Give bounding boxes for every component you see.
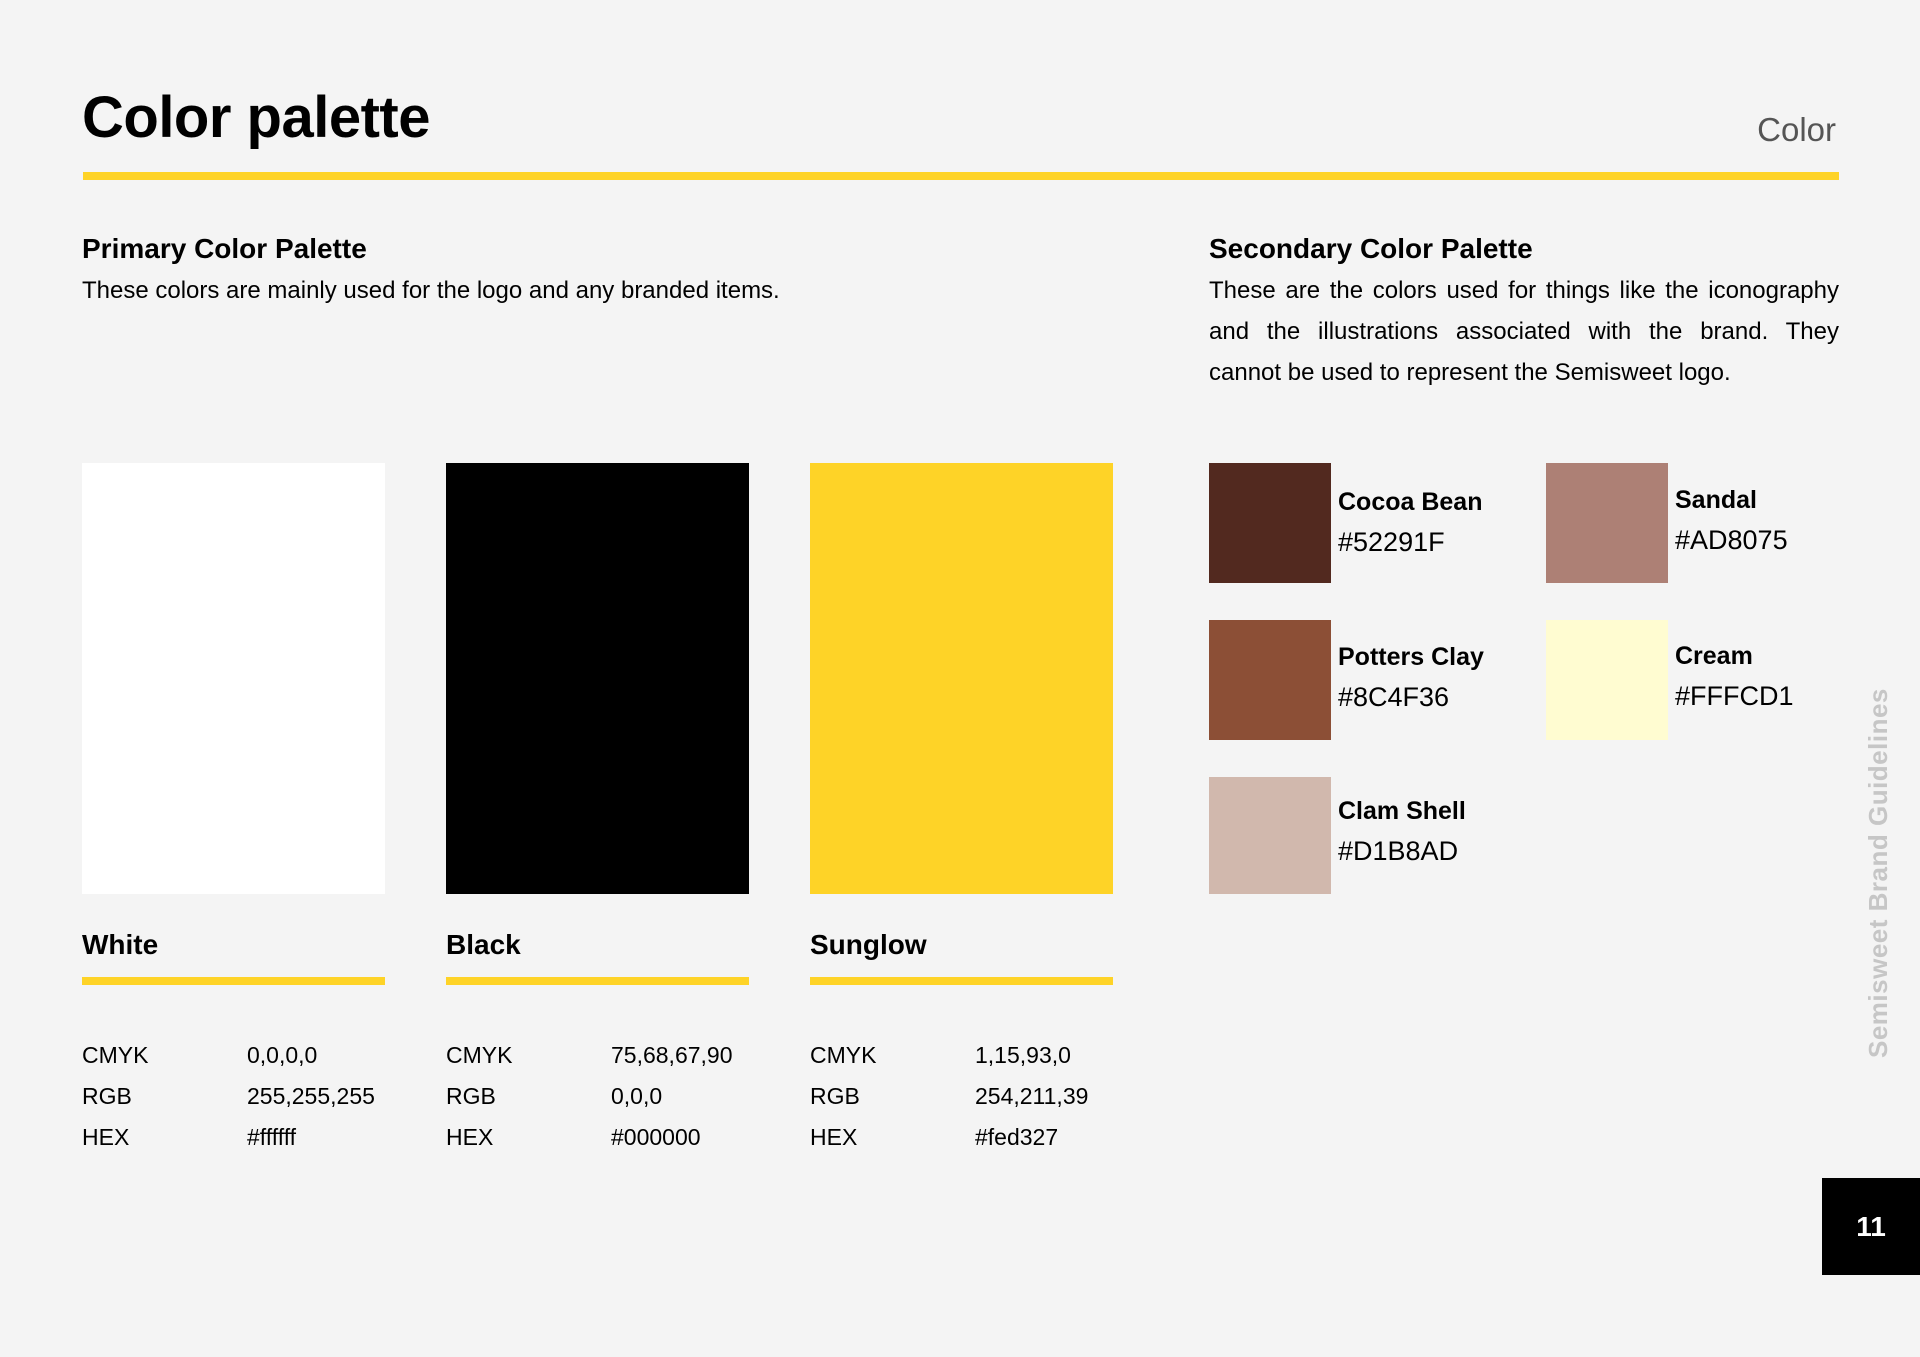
primary-palette-description: These colors are mainly used for the log… [82,277,780,304]
primary-color-specs-sunglow: CMYK 1,15,93,0 RGB 254,211,39 HEX #fed327 [810,1035,1120,1158]
spec-row: HEX #fed327 [810,1117,1120,1158]
spec-row: RGB 255,255,255 [82,1076,392,1117]
spec-value: #fed327 [975,1124,1059,1150]
primary-swatch-black [446,463,749,894]
spec-value: #ffffff [247,1124,297,1150]
spec-value: #000000 [611,1124,701,1150]
section-label: Color [1757,111,1836,148]
secondary-swatch-potters-clay [1209,620,1331,740]
spec-row: CMYK 0,0,0,0 [82,1035,392,1076]
spec-label: RGB [810,1083,860,1109]
side-label: Semisweet Brand Guidelines [1863,688,1893,1058]
secondary-palette-heading: Secondary Color Palette [1209,233,1533,264]
spec-label: HEX [446,1124,494,1150]
spec-value: 75,68,67,90 [611,1042,733,1068]
secondary-color-name: Cocoa Bean [1338,488,1483,516]
primary-color-divider [446,977,749,985]
primary-color-specs-white: CMYK 0,0,0,0 RGB 255,255,255 HEX #ffffff [82,1035,392,1158]
secondary-palette-description: These are the colors used for things lik… [1209,277,1839,386]
spec-row: RGB 254,211,39 [810,1076,1120,1117]
spec-value: 1,15,93,0 [975,1042,1071,1068]
primary-swatch-sunglow [810,463,1113,894]
spec-label: CMYK [82,1042,149,1068]
primary-color-divider [810,977,1113,985]
spec-value: 0,0,0,0 [247,1042,318,1068]
secondary-swatch-cocoa-bean [1209,463,1331,583]
secondary-color-hex: #FFFCD1 [1675,681,1794,711]
primary-swatch-white [82,463,385,894]
secondary-color-name: Sandal [1675,486,1757,514]
spec-label: CMYK [446,1042,513,1068]
secondary-color-hex: #52291F [1338,527,1445,557]
primary-color-name: Sunglow [810,929,927,960]
primary-color-specs-black: CMYK 75,68,67,90 RGB 0,0,0 HEX #000000 [446,1035,756,1158]
spec-label: HEX [810,1124,858,1150]
secondary-swatch-clam-shell [1209,777,1331,894]
spec-label: RGB [82,1083,132,1109]
spec-value: 255,255,255 [247,1083,375,1109]
spec-row: RGB 0,0,0 [446,1076,756,1117]
spec-value: 0,0,0 [611,1083,663,1109]
secondary-swatch-sandal [1546,463,1668,583]
secondary-color-name: Cream [1675,642,1753,670]
spec-label: RGB [446,1083,496,1109]
spec-label: HEX [82,1124,130,1150]
secondary-color-name: Potters Clay [1338,643,1484,671]
secondary-color-name: Clam Shell [1338,797,1466,825]
secondary-color-hex: #D1B8AD [1338,836,1459,866]
spec-row: CMYK 1,15,93,0 [810,1035,1120,1076]
secondary-color-hex: #8C4F36 [1338,682,1450,712]
spec-value: 254,211,39 [975,1083,1089,1109]
spec-label: CMYK [810,1042,877,1068]
page-number: 11 [1822,1178,1920,1275]
secondary-swatch-cream [1546,620,1668,740]
spec-row: HEX #ffffff [82,1117,392,1158]
spec-row: HEX #000000 [446,1117,756,1158]
header-divider [83,172,1839,180]
primary-color-name: White [82,929,159,960]
page-title: Color palette [82,85,431,150]
primary-color-name: Black [446,929,521,960]
primary-palette-heading: Primary Color Palette [82,233,367,264]
secondary-color-hex: #AD8075 [1675,525,1788,555]
primary-color-divider [82,977,385,985]
spec-row: CMYK 75,68,67,90 [446,1035,756,1076]
